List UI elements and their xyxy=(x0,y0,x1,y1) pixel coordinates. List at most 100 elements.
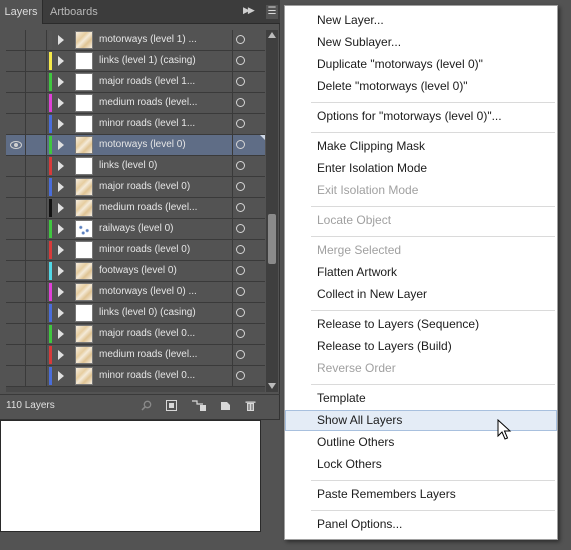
trash-icon[interactable] xyxy=(245,400,256,411)
layer-row[interactable]: motorways (level 0) xyxy=(6,135,265,156)
lock-toggle[interactable] xyxy=(26,324,47,344)
layer-row[interactable]: links (level 0) xyxy=(6,156,265,177)
menu-item-release-sequence[interactable]: Release to Layers (Sequence) xyxy=(285,314,557,335)
target-circle-icon[interactable] xyxy=(236,35,245,44)
target-circle-icon[interactable] xyxy=(236,224,245,233)
layer-name[interactable]: major roads (level 1... xyxy=(99,72,195,92)
layer-row[interactable]: railways (level 0) xyxy=(6,219,265,240)
layer-name[interactable]: links (level 0) (casing) xyxy=(99,303,196,323)
menu-item-collect-in-new-layer[interactable]: Collect in New Layer xyxy=(285,284,557,305)
lock-toggle[interactable] xyxy=(26,282,47,302)
layer-row[interactable]: medium roads (level... xyxy=(6,198,265,219)
visibility-toggle[interactable] xyxy=(6,261,26,281)
layer-name[interactable]: major roads (level 0) xyxy=(99,177,190,197)
visibility-toggle[interactable] xyxy=(6,198,26,218)
lock-toggle[interactable] xyxy=(26,345,47,365)
tab-artboards[interactable]: Artboards xyxy=(50,0,98,24)
visibility-toggle[interactable] xyxy=(6,177,26,197)
layer-row[interactable]: links (level 1) (casing) xyxy=(6,51,265,72)
layer-row[interactable]: minor roads (level 0... xyxy=(6,366,265,387)
lock-toggle[interactable] xyxy=(26,72,47,92)
visibility-toggle[interactable] xyxy=(6,72,26,92)
layer-row[interactable]: major roads (level 0) xyxy=(6,177,265,198)
menu-item-duplicate-layer[interactable]: Duplicate "motorways (level 0)" xyxy=(285,54,557,75)
visibility-toggle[interactable] xyxy=(6,51,26,71)
target-circle-icon[interactable] xyxy=(236,119,245,128)
lock-toggle[interactable] xyxy=(26,135,47,155)
visibility-toggle[interactable] xyxy=(6,219,26,239)
visibility-toggle[interactable] xyxy=(6,93,26,113)
menu-item-show-all-layers[interactable]: Show All Layers xyxy=(285,410,557,431)
expand-triangle-icon[interactable] xyxy=(58,35,64,45)
visibility-toggle[interactable] xyxy=(6,114,26,134)
layer-name[interactable]: railways (level 0) xyxy=(99,219,173,239)
collapse-panel-icon[interactable]: ▶▶ xyxy=(243,5,255,16)
menu-item-locate-object[interactable]: Locate Object xyxy=(285,210,557,231)
lock-toggle[interactable] xyxy=(26,366,47,386)
layer-row[interactable]: minor roads (level 1... xyxy=(6,114,265,135)
clipping-mask-icon[interactable] xyxy=(166,400,177,411)
visibility-toggle[interactable] xyxy=(6,282,26,302)
expand-triangle-icon[interactable] xyxy=(58,245,64,255)
menu-item-reverse-order[interactable]: Reverse Order xyxy=(285,358,557,379)
target-circle-icon[interactable] xyxy=(236,266,245,275)
layer-row[interactable]: motorways (level 1) ... xyxy=(6,30,265,51)
locate-object-icon[interactable] xyxy=(141,400,152,411)
expand-triangle-icon[interactable] xyxy=(58,266,64,276)
target-circle-icon[interactable] xyxy=(236,140,245,149)
new-layer-icon[interactable] xyxy=(220,400,231,411)
menu-item-release-build[interactable]: Release to Layers (Build) xyxy=(285,336,557,357)
menu-item-flatten-artwork[interactable]: Flatten Artwork xyxy=(285,262,557,283)
menu-item-make-clipping-mask[interactable]: Make Clipping Mask xyxy=(285,136,557,157)
expand-triangle-icon[interactable] xyxy=(58,140,64,150)
menu-item-enter-isolation-mode[interactable]: Enter Isolation Mode xyxy=(285,158,557,179)
scrollbar-thumb[interactable] xyxy=(268,214,276,264)
layer-name[interactable]: medium roads (level... xyxy=(99,198,197,218)
layer-row[interactable]: medium roads (level... xyxy=(6,93,265,114)
lock-toggle[interactable] xyxy=(26,51,47,71)
target-circle-icon[interactable] xyxy=(236,77,245,86)
visibility-toggle[interactable] xyxy=(6,366,26,386)
target-circle-icon[interactable] xyxy=(236,287,245,296)
menu-item-exit-isolation-mode[interactable]: Exit Isolation Mode xyxy=(285,180,557,201)
lock-toggle[interactable] xyxy=(26,177,47,197)
layer-name[interactable]: minor roads (level 0) xyxy=(99,240,190,260)
layer-row[interactable]: major roads (level 0... xyxy=(6,324,265,345)
layer-name[interactable]: motorways (level 0) ... xyxy=(99,282,197,302)
scroll-up-icon[interactable] xyxy=(268,32,276,38)
target-circle-icon[interactable] xyxy=(236,203,245,212)
lock-toggle[interactable] xyxy=(26,30,47,50)
visibility-toggle[interactable] xyxy=(6,240,26,260)
target-circle-icon[interactable] xyxy=(236,329,245,338)
layer-row[interactable]: medium roads (level... xyxy=(6,345,265,366)
menu-item-outline-others[interactable]: Outline Others xyxy=(285,432,557,453)
visibility-toggle[interactable] xyxy=(6,156,26,176)
target-circle-icon[interactable] xyxy=(236,98,245,107)
lock-toggle[interactable] xyxy=(26,219,47,239)
visibility-toggle[interactable] xyxy=(6,30,26,50)
visibility-toggle[interactable] xyxy=(6,324,26,344)
lock-toggle[interactable] xyxy=(26,240,47,260)
menu-item-lock-others[interactable]: Lock Others xyxy=(285,454,557,475)
layer-name[interactable]: major roads (level 0... xyxy=(99,324,195,344)
menu-item-template[interactable]: Template xyxy=(285,388,557,409)
expand-triangle-icon[interactable] xyxy=(58,77,64,87)
layer-name[interactable]: medium roads (level... xyxy=(99,93,197,113)
expand-triangle-icon[interactable] xyxy=(58,98,64,108)
layer-name[interactable]: minor roads (level 1... xyxy=(99,114,195,134)
expand-triangle-icon[interactable] xyxy=(58,224,64,234)
expand-triangle-icon[interactable] xyxy=(58,329,64,339)
menu-item-new-sublayer[interactable]: New Sublayer... xyxy=(285,32,557,53)
expand-triangle-icon[interactable] xyxy=(58,119,64,129)
expand-triangle-icon[interactable] xyxy=(58,203,64,213)
expand-triangle-icon[interactable] xyxy=(58,308,64,318)
layer-name[interactable]: minor roads (level 0... xyxy=(99,366,195,386)
lock-toggle[interactable] xyxy=(26,156,47,176)
layer-name[interactable]: motorways (level 0) xyxy=(99,135,186,155)
layer-name[interactable]: motorways (level 1) ... xyxy=(99,30,197,50)
layer-name[interactable]: medium roads (level... xyxy=(99,345,197,365)
layer-row[interactable]: minor roads (level 0) xyxy=(6,240,265,261)
layer-row[interactable]: motorways (level 0) ... xyxy=(6,282,265,303)
menu-item-panel-options[interactable]: Panel Options... xyxy=(285,514,557,535)
menu-item-merge-selected[interactable]: Merge Selected xyxy=(285,240,557,261)
